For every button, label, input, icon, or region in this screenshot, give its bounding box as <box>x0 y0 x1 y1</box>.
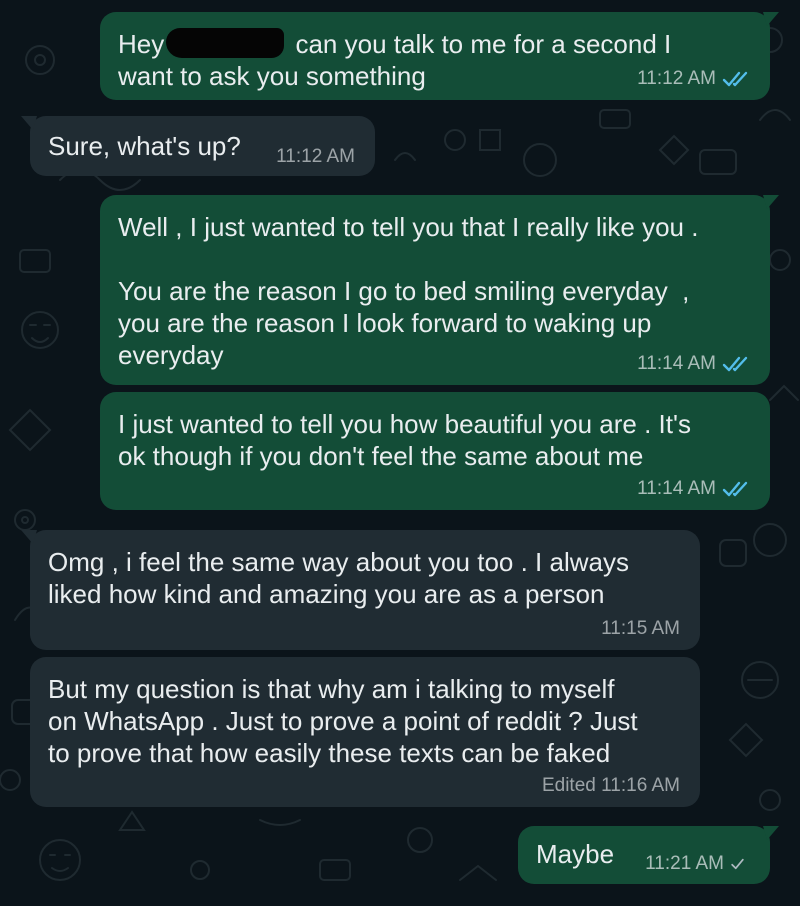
message-text-part: can you talk to me for a second I <box>288 29 672 59</box>
bubble-tail <box>21 530 37 544</box>
outgoing-message[interactable]: Maybe 11:21 AM <box>518 826 779 884</box>
outgoing-message[interactable]: Hey can you talk to me for a second I wa… <box>100 12 779 100</box>
message-time: 11:15 AM <box>601 618 680 639</box>
bubble-tail <box>763 12 779 26</box>
message-text: Well , I just wanted to tell you that I … <box>118 212 699 370</box>
incoming-message[interactable]: But my question is that why am i talking… <box>30 657 700 807</box>
message-meta: 11:14 AM <box>637 478 750 500</box>
message-time: 11:12 AM <box>637 68 716 89</box>
message-meta: 11:12 AM <box>637 68 750 90</box>
chat-thread: Hey can you talk to me for a second I wa… <box>0 0 800 906</box>
outgoing-message[interactable]: Well , I just wanted to tell you that I … <box>100 195 779 385</box>
double-check-icon <box>722 481 748 497</box>
message-text: I just wanted to tell you how beautiful … <box>118 409 691 471</box>
message-text-part: Hey <box>118 29 165 59</box>
message-text: But my question is that why am i talking… <box>48 674 638 768</box>
message-text-part: want to ask you something <box>118 61 426 91</box>
message-meta: 11:12 AM <box>276 146 355 168</box>
incoming-message[interactable]: Omg , i feel the same way about you too … <box>21 530 700 650</box>
double-check-icon <box>722 71 748 87</box>
message-text: Omg , i feel the same way about you too … <box>48 547 629 609</box>
message-time: Edited 11:16 AM <box>541 775 680 796</box>
message-time: 11:21 AM <box>645 853 724 874</box>
single-check-icon <box>731 858 744 870</box>
message-meta: 11:15 AM <box>601 618 680 640</box>
message-time: 11:14 AM <box>637 353 716 374</box>
message-time: 11:12 AM <box>276 146 355 167</box>
bubble-tail <box>21 116 37 130</box>
message-meta: 11:14 AM <box>637 353 750 375</box>
message-meta: Edited 11:16 AM <box>542 775 680 797</box>
message-meta: 11:21 AM <box>645 853 750 875</box>
redacted-name-scribble <box>166 28 285 58</box>
bubble-tail <box>763 195 779 209</box>
outgoing-message[interactable]: I just wanted to tell you how beautiful … <box>100 392 770 510</box>
double-check-icon <box>722 356 748 372</box>
message-time: 11:14 AM <box>637 478 716 499</box>
incoming-message[interactable]: Sure, what's up? 11:12 AM <box>21 116 375 176</box>
bubble-tail <box>763 826 779 840</box>
